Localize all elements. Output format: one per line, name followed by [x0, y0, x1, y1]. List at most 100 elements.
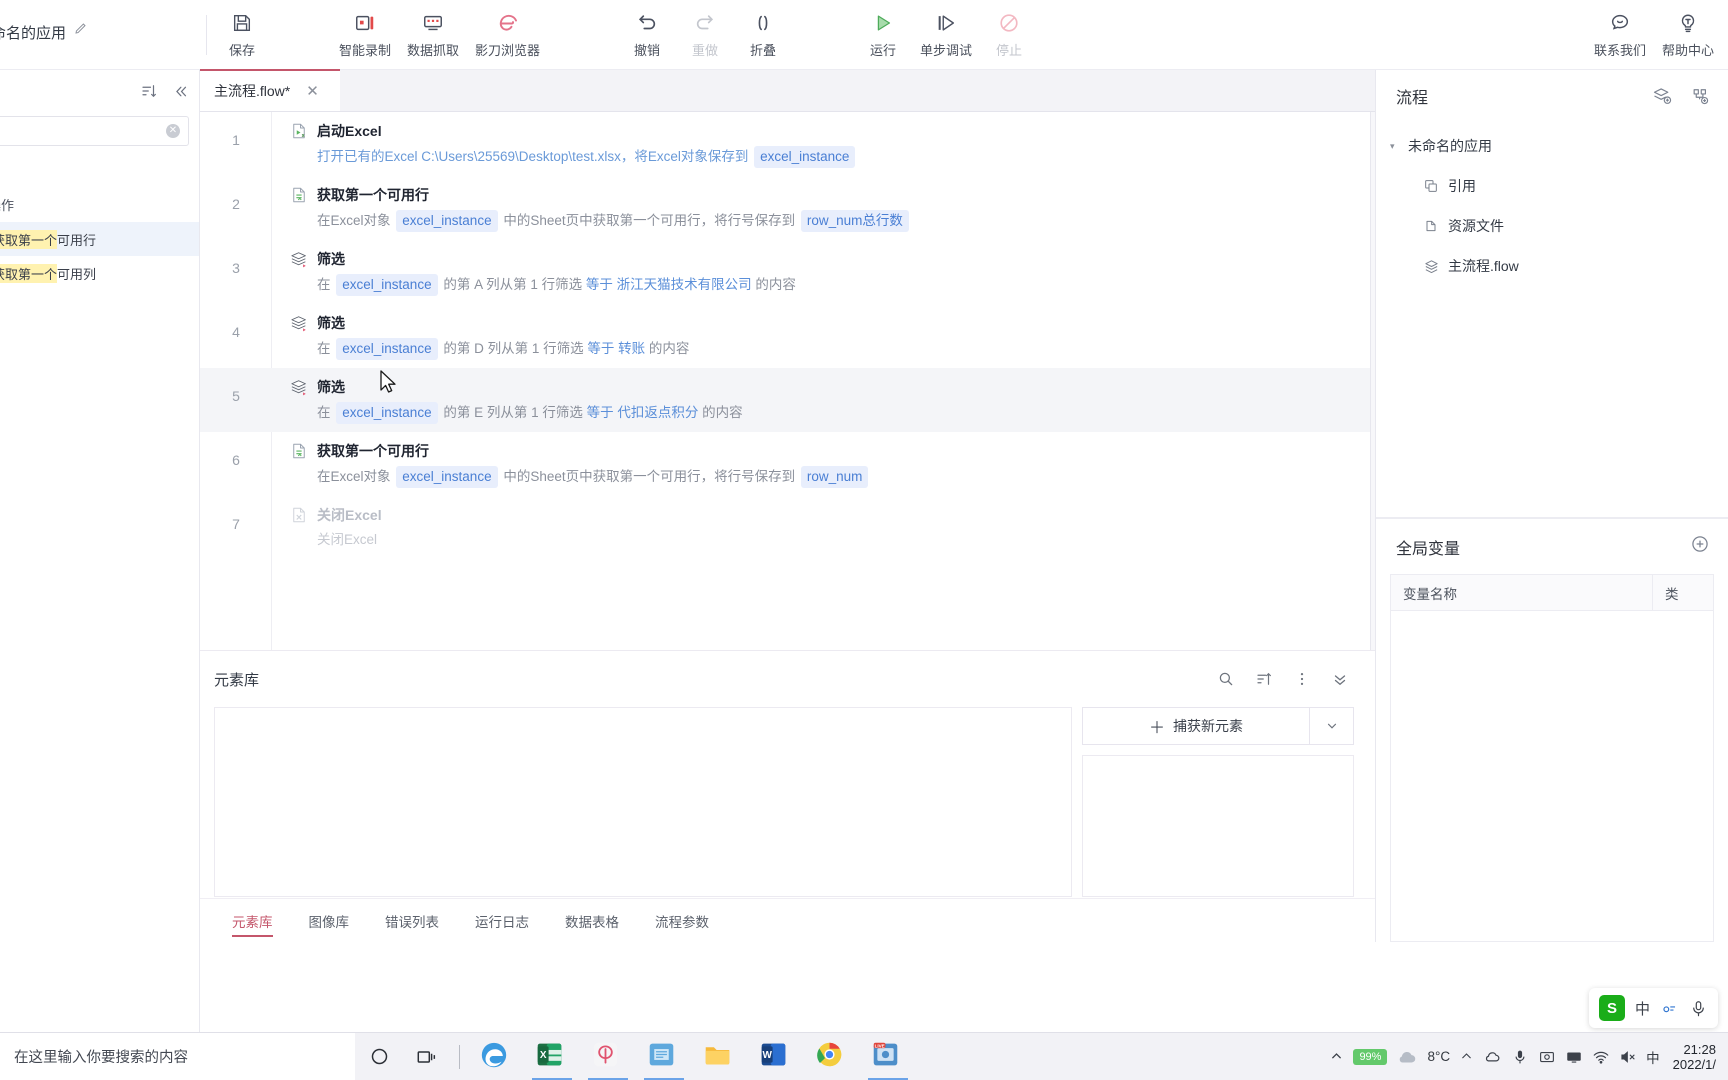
toolbar-undo-button[interactable]: 撤销 [618, 0, 676, 69]
flow-step-7[interactable]: 7 关闭Excel 关闭Excel [200, 496, 1370, 558]
plus-circle-icon[interactable] [1690, 534, 1710, 559]
toolbar-stop-label: 停止 [996, 42, 1023, 58]
variable-chip[interactable]: excel_instance [336, 402, 438, 424]
taskbar-app-word[interactable]: W [748, 1033, 804, 1080]
add-module-icon[interactable] [1690, 86, 1710, 106]
variable-chip[interactable]: excel_instance [336, 274, 438, 296]
chevron-double-down-icon[interactable] [1331, 670, 1349, 688]
flow-step-1[interactable]: 1 x 启动Excel 打开已有的Excel C:\Users\25569\Deskt… [200, 112, 1370, 176]
pencil-icon[interactable] [74, 22, 87, 38]
system-tray: 99% 8°C 中 21:28 2022/1/ [1329, 1042, 1728, 1072]
capture-new-element-label: 捕获新元素 [1173, 718, 1243, 734]
command-search-box[interactable]: ✕ [0, 116, 189, 146]
top-toolbar: 未命名的应用 保存 [0, 0, 1728, 70]
mic-icon[interactable] [1511, 1048, 1529, 1066]
toolbar-browser-button[interactable]: 影刀浏览器 [467, 0, 548, 69]
data-capture-icon [422, 11, 444, 35]
flow-step-4[interactable]: 4 筛选在 excel_instance 的第 D 列从第 1 行筛选 等于 转账… [200, 304, 1370, 368]
volume-mute-icon[interactable] [1619, 1048, 1637, 1066]
chevron-down-icon[interactable]: ▾ [1390, 141, 1400, 152]
command-result-item-0[interactable]: 获取第一个可用行 [0, 222, 199, 256]
capture-new-element-button[interactable]: ＋ 捕获新元素 [1082, 707, 1310, 745]
tree-node-main-flow[interactable]: 主流程.flow [1376, 246, 1728, 286]
cortana-icon[interactable] [355, 1033, 403, 1080]
task-view-icon[interactable] [403, 1033, 451, 1080]
bottom-tab-4[interactable]: 数据表格 [547, 899, 637, 943]
toolbar-save-button[interactable]: 保存 [213, 0, 271, 69]
taskbar-app-live[interactable]: LIVE [860, 1033, 916, 1080]
toolbar-run-button[interactable]: 运行 [854, 0, 912, 69]
screenshot-icon[interactable] [1538, 1048, 1556, 1066]
taskbar-app-yingdao[interactable] [580, 1033, 636, 1080]
more-vertical-icon[interactable] [1293, 670, 1311, 688]
clear-search-icon[interactable]: ✕ [166, 124, 180, 138]
command-result-item-1[interactable]: 获取第一个可用列 [0, 256, 199, 290]
step-desc-text: 的第 A 列从第 1 行筛选 [439, 277, 586, 292]
sort-list-icon[interactable] [140, 82, 158, 100]
flow-step-6[interactable]: 6 获取第一个可用行 在Excel对象 excel_instance 中的Sheet… [200, 432, 1370, 496]
battery-indicator[interactable]: 99% [1353, 1048, 1388, 1065]
taskbar-search-box[interactable]: 在这里输入你要搜索的内容 [0, 1032, 355, 1080]
taskbar-clock[interactable]: 21:28 2022/1/ [1669, 1042, 1716, 1072]
bottom-tab-3[interactable]: 运行日志 [457, 899, 547, 943]
step-desc-text: 的第 E 列从第 1 行筛选 [439, 405, 587, 420]
keyboard-icon[interactable] [1660, 999, 1679, 1018]
clock-time: 21:28 [1683, 1041, 1716, 1057]
taskbar-app-explorer-blue[interactable] [636, 1033, 692, 1080]
variable-chip[interactable]: excel_instance [336, 338, 438, 360]
toolbar-collapse-button[interactable]: 折叠 [734, 0, 792, 69]
step-desc-accent: 转账 [618, 341, 646, 356]
flow-step-3[interactable]: 3 筛选在 excel_instance 的第 A 列从第 1 行筛选 等于 浙江… [200, 240, 1370, 304]
tree-node-references[interactable]: 引用 [1376, 166, 1728, 206]
tree-node-resource-files[interactable]: 资源文件 [1376, 206, 1728, 246]
close-icon[interactable]: ✕ [306, 82, 319, 100]
bottom-tab-1[interactable]: 图像库 [291, 899, 368, 943]
tree-node-root[interactable]: ▾ 未命名的应用 [1376, 126, 1728, 166]
svg-text:W: W [762, 1050, 772, 1061]
toolbar-contact-us-button[interactable]: 联系我们 [1586, 0, 1654, 69]
variable-chip[interactable]: row_num总行数 [800, 210, 909, 232]
cloud-icon[interactable] [1396, 1046, 1418, 1068]
taskbar-app-edge[interactable] [468, 1033, 524, 1080]
editor-tab-main-flow[interactable]: 主流程.flow* ✕ [200, 69, 340, 111]
variable-chip[interactable]: excel_instance [754, 146, 856, 168]
collapse-panel-icon[interactable] [172, 83, 189, 100]
toolbar-help-center-button[interactable]: 帮助中心 [1654, 0, 1722, 69]
ime-language-toggle[interactable]: 中 [1635, 998, 1650, 1019]
ime-cn-icon[interactable]: 中 [1646, 1047, 1660, 1067]
variable-chip[interactable]: excel_instance [396, 210, 498, 232]
toolbar-data-capture-button[interactable]: 数据抓取 [399, 0, 467, 69]
search-icon[interactable] [1217, 670, 1235, 688]
step-number-7: 7 [232, 516, 240, 532]
toolbar-step-debug-button[interactable]: 单步调试 [912, 0, 980, 69]
chevron-down-icon[interactable] [1310, 707, 1354, 745]
flow-step-2[interactable]: 2 获取第一个可用行 在Excel对象 excel_instance 中的Sheet… [200, 176, 1370, 240]
variable-chip[interactable]: excel_instance [396, 466, 498, 488]
chevron-up-tray-icon[interactable] [1459, 1049, 1474, 1064]
mic-icon[interactable] [1689, 999, 1708, 1018]
wifi-icon[interactable] [1592, 1048, 1610, 1066]
monitor-icon[interactable] [1565, 1048, 1583, 1066]
bottom-tab-2[interactable]: 错误列表 [367, 899, 457, 943]
toolbar-smart-record-button[interactable]: 智能录制 [331, 0, 399, 69]
bottom-tab-0[interactable]: 元素库 [214, 899, 291, 943]
browser-icon [496, 11, 520, 35]
step-desc-link: 打开已有的Excel C:\Users\25569\Desktop\test.x… [317, 149, 753, 164]
sort-icon[interactable] [1255, 670, 1273, 688]
toolbar-redo-button[interactable]: 重做 [676, 0, 734, 69]
taskbar-app-chrome[interactable] [804, 1033, 860, 1080]
bottom-tab-5[interactable]: 流程参数 [637, 899, 727, 943]
add-layer-icon[interactable] [1652, 86, 1672, 106]
command-search-input[interactable] [0, 123, 166, 139]
cloud-sync-icon[interactable] [1483, 1047, 1502, 1066]
flow-step-5[interactable]: 5 筛选在 excel_instance 的第 E 列从第 1 行筛选 等于 代扣… [200, 368, 1370, 432]
variable-chip[interactable]: row_num [800, 466, 869, 488]
element-list-box[interactable] [214, 707, 1072, 897]
taskbar-app-excel[interactable]: X [524, 1033, 580, 1080]
element-library-panel: 元素库 ＋ 捕获新元素 元素库 图像库 错误列表 运行日志 数据表格 流程参数 [200, 650, 1375, 942]
global-variables-title: 全局变量 [1396, 540, 1461, 558]
chevron-up-icon[interactable] [1329, 1049, 1344, 1064]
sogou-logo-icon[interactable]: S [1598, 995, 1625, 1021]
toolbar-stop-button[interactable]: 停止 [980, 0, 1038, 69]
taskbar-app-file-explorer[interactable] [692, 1033, 748, 1080]
